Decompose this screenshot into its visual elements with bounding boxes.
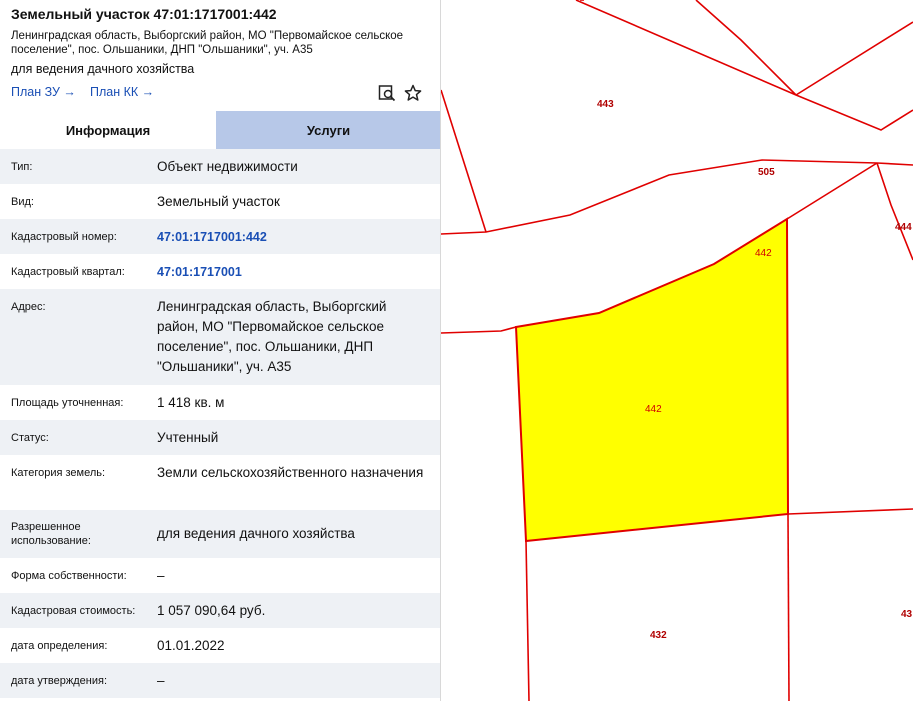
tab-services[interactable]: Услуги: [216, 111, 440, 149]
row-type: Тип: Объект недвижимости: [0, 149, 440, 184]
page-title: Земельный участок 47:01:1717001:442: [11, 6, 277, 22]
row-cadastral-number: Кадастровый номер: 47:01:1717001:442: [0, 219, 440, 254]
row-label: Тип:: [11, 161, 33, 173]
panel-tabs: Информация Услуги: [0, 111, 440, 149]
row-value: Земли сельскохозяйственного назначения: [157, 465, 424, 480]
parcel-label-432: 432: [650, 630, 667, 641]
parcel-label-43x: 43: [901, 609, 913, 620]
row-address: Адрес: Ленинградская область, Выборгский…: [0, 289, 440, 385]
parcel-address: Ленинградская область, Выборгский район,…: [11, 30, 404, 56]
parcel-boundaries: [441, 0, 913, 701]
row-label: Форма собственности:: [11, 570, 127, 582]
row-label: Кадастровый номер:: [11, 231, 117, 243]
row-area: Площадь уточненная: 1 418 кв. м: [0, 385, 440, 420]
row-label: Категория земель:: [11, 467, 106, 479]
parcel-label-442-corner: 442: [755, 248, 772, 259]
tab-information[interactable]: Информация: [0, 111, 216, 149]
row-label: Вид:: [11, 196, 34, 208]
row-label: Площадь уточненная:: [11, 397, 124, 409]
info-panel: Земельный участок 47:01:1717001:442 Лени…: [0, 0, 441, 701]
row-label: дата утверждения:: [11, 675, 108, 687]
row-approval-date: дата утверждения: –: [0, 663, 440, 698]
row-kind: Вид: Земельный участок: [0, 184, 440, 219]
row-status: Статус: Учтенный: [0, 420, 440, 455]
row-value: Ленинградская область, Выборгский район,…: [157, 299, 387, 374]
row-value: Объект недвижимости: [157, 159, 298, 174]
search-map-icon[interactable]: [378, 84, 396, 102]
row-label: Кадастровая стоимость:: [11, 605, 136, 617]
row-value: 1 057 090,64 руб.: [157, 603, 266, 618]
parcel-usage: для ведения дачного хозяйства: [11, 62, 195, 76]
row-ownership: Форма собственности: –: [0, 558, 440, 593]
row-label: Кадастровый квартал:: [11, 266, 125, 278]
info-table: Тип: Объект недвижимости Вид: Земельный …: [0, 149, 440, 698]
parcel-label-505: 505: [758, 167, 775, 178]
row-value: 01.01.2022: [157, 638, 225, 653]
row-permitted-use: Разрешенное использование: для ведения д…: [0, 510, 440, 558]
selected-parcel-442[interactable]: [514, 217, 790, 543]
cadastral-number-link[interactable]: 47:01:1717001:442: [157, 227, 427, 247]
plan-kk-link[interactable]: План КК →: [90, 85, 154, 99]
row-determination-date: дата определения: 01.01.2022: [0, 628, 440, 663]
row-cadastral-quarter: Кадастровый квартал: 47:01:1717001: [0, 254, 440, 289]
row-value: –: [157, 568, 165, 583]
cadastral-quarter-link[interactable]: 47:01:1717001: [157, 262, 427, 282]
row-value: для ведения дачного хозяйства: [157, 526, 355, 541]
star-icon[interactable]: [404, 84, 422, 102]
plan-zu-link[interactable]: План ЗУ →: [11, 85, 76, 99]
row-value: Земельный участок: [157, 194, 280, 209]
parcel-label-442-center: 442: [645, 404, 662, 415]
row-value: Учтенный: [157, 430, 219, 445]
row-label: Адрес:: [11, 301, 46, 313]
row-label: Статус:: [11, 432, 49, 444]
row-cadastral-value: Кадастровая стоимость: 1 057 090,64 руб.: [0, 593, 440, 628]
row-label: Разрешенное использование:: [11, 521, 91, 547]
row-value: 1 418 кв. м: [157, 395, 225, 410]
row-land-category: Категория земель: Земли сельскохозяйстве…: [0, 455, 440, 510]
cadastral-map[interactable]: 443 505 444 442 442 432 43: [441, 0, 913, 701]
parcel-label-443: 443: [597, 99, 614, 110]
row-value: –: [157, 673, 165, 688]
parcel-label-444: 444: [895, 222, 912, 233]
row-label: дата определения:: [11, 640, 108, 652]
